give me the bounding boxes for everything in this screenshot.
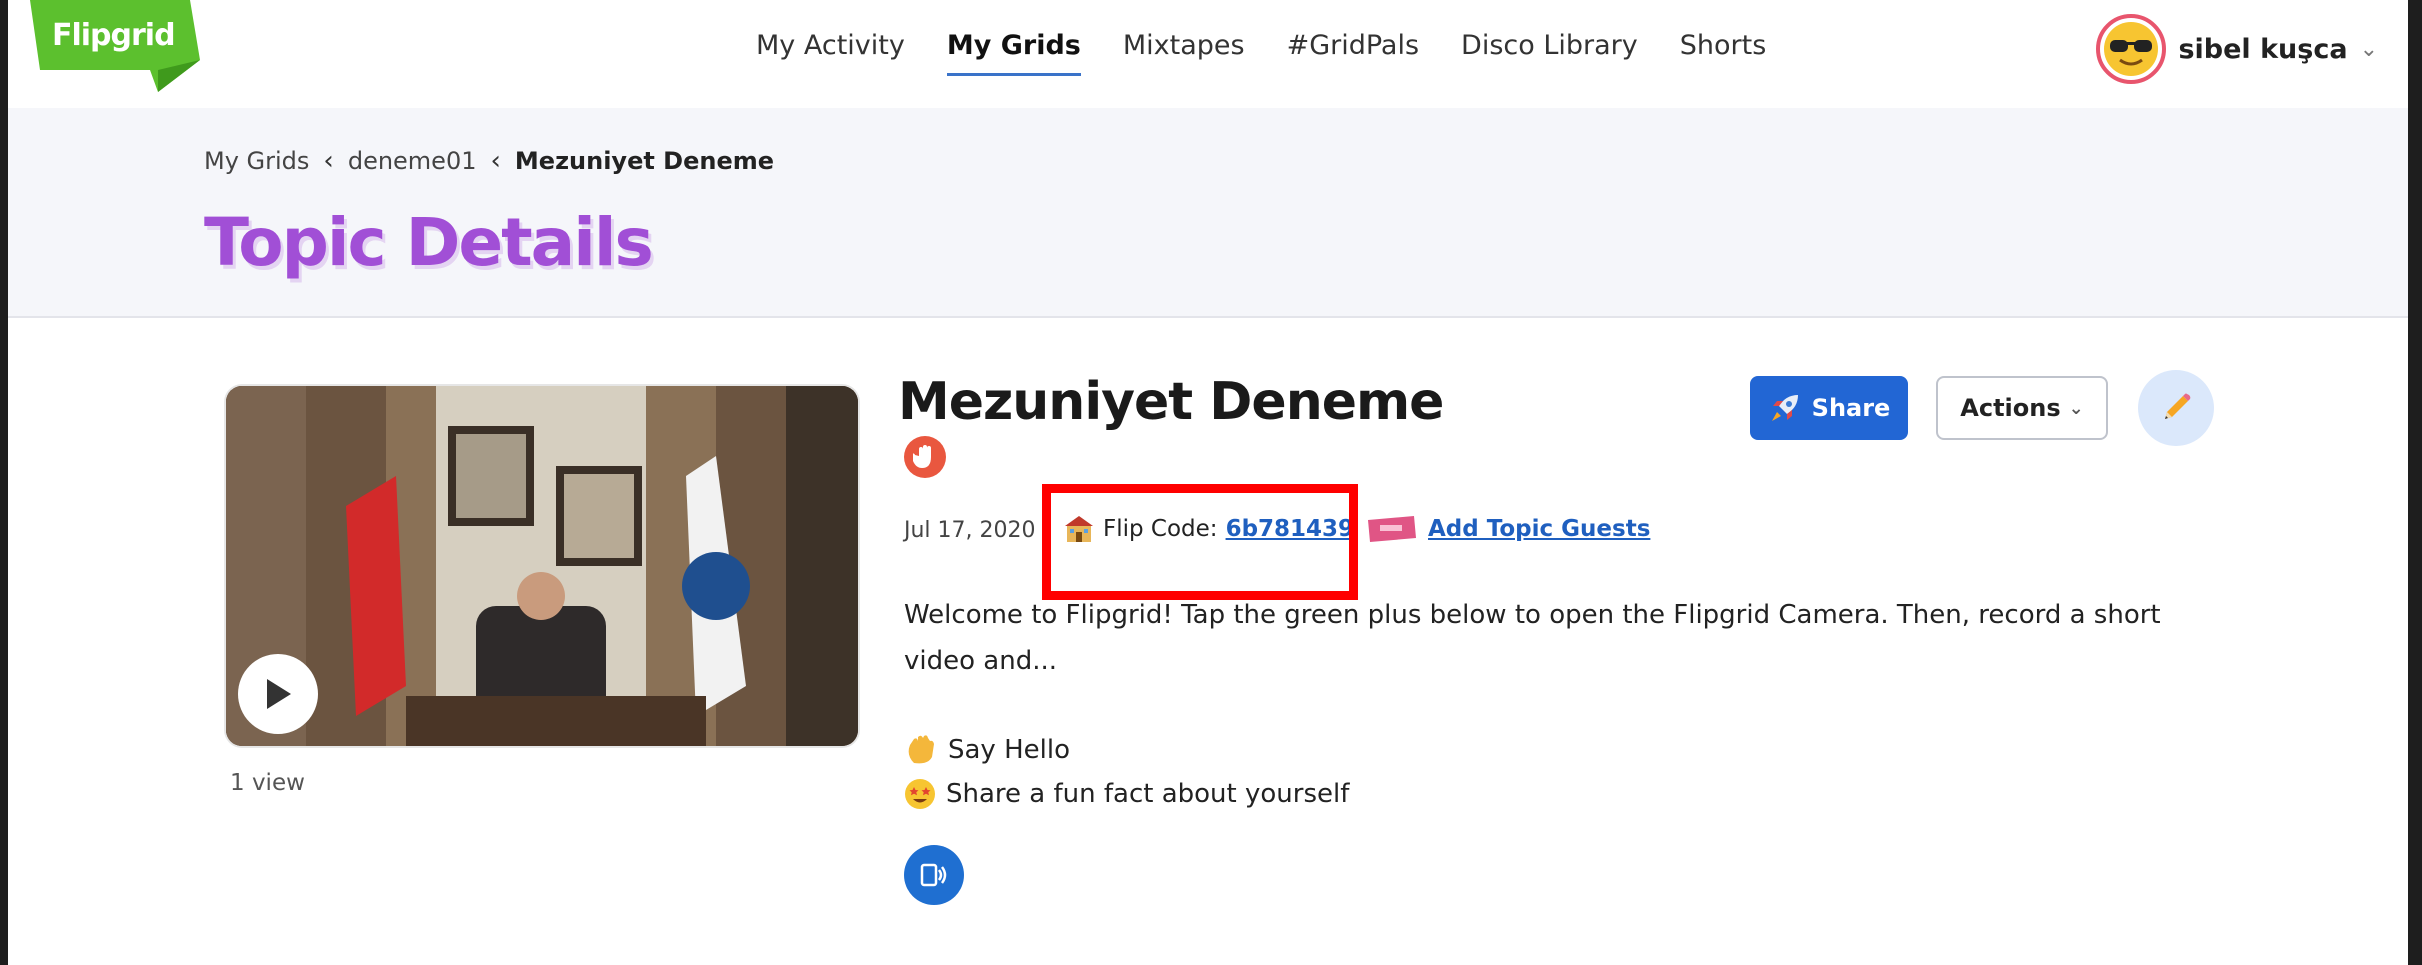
prompt-text: Share a fun fact about yourself xyxy=(946,779,1350,809)
chevron-down-icon[interactable]: ⌄ xyxy=(2360,36,2378,62)
logo-text: Flipgrid xyxy=(52,18,176,53)
app-window: Flipgrid My Activity My Grids Mixtapes #… xyxy=(8,0,2408,965)
topic-title: Mezuniyet Deneme xyxy=(898,372,1444,432)
top-nav: Flipgrid My Activity My Grids Mixtapes #… xyxy=(8,0,2408,108)
topic-video-thumbnail[interactable] xyxy=(226,386,858,746)
main-nav: My Activity My Grids Mixtapes #GridPals … xyxy=(756,30,1808,76)
page-header: My Grids ‹ deneme01 ‹ Mezuniyet Deneme T… xyxy=(8,108,2408,318)
prompt-say-hello: Say Hello xyxy=(904,733,1070,767)
view-count: 1 view xyxy=(230,770,305,796)
waving-hand-icon xyxy=(908,735,934,764)
star-struck-icon xyxy=(905,779,935,809)
share-button-label: Share xyxy=(1811,394,1891,422)
sunglasses-emoji-icon xyxy=(2104,22,2159,76)
play-icon xyxy=(267,679,291,709)
immersive-reader-icon xyxy=(920,863,947,887)
breadcrumb-current: Mezuniyet Deneme xyxy=(514,147,775,175)
add-topic-guests-link[interactable]: Add Topic Guests xyxy=(1428,516,1650,542)
immersive-reader-button[interactable] xyxy=(904,845,964,905)
video-frame-image xyxy=(226,386,858,746)
play-button[interactable] xyxy=(238,654,318,734)
nav-mixtapes[interactable]: Mixtapes xyxy=(1123,30,1245,76)
raised-hand-icon xyxy=(904,436,946,478)
actions-label: Actions xyxy=(1960,394,2061,422)
ticket-icon xyxy=(1368,516,1416,542)
nav-shorts[interactable]: Shorts xyxy=(1680,30,1767,76)
nav-my-activity[interactable]: My Activity xyxy=(756,30,905,76)
chevron-down-icon: ⌄ xyxy=(2068,397,2084,419)
edit-topic-button[interactable] xyxy=(2138,370,2214,446)
prompt-fun-fact: Share a fun fact about yourself xyxy=(904,778,1349,810)
breadcrumb-my-grids[interactable]: My Grids xyxy=(204,147,309,175)
flipgrid-logo[interactable]: Flipgrid xyxy=(30,0,200,92)
nav-my-grids[interactable]: My Grids xyxy=(946,30,1081,76)
highlight-annotation xyxy=(1042,484,1358,600)
user-name[interactable]: sibel kuşca xyxy=(2178,34,2347,65)
topic-date: Jul 17, 2020 xyxy=(904,518,1036,543)
breadcrumb-grid[interactable]: deneme01 xyxy=(348,147,477,175)
pencil-icon xyxy=(2165,393,2191,419)
rocket-icon xyxy=(1771,395,1798,421)
user-menu[interactable]: sibel kuşca ⌄ xyxy=(2096,14,2378,84)
nav-disco-library[interactable]: Disco Library xyxy=(1461,30,1638,76)
prompt-text: Say Hello xyxy=(948,735,1070,765)
share-button[interactable]: Share xyxy=(1750,376,1908,440)
nav-gridpals[interactable]: #GridPals xyxy=(1287,30,1419,76)
add-topic-guests[interactable]: Add Topic Guests xyxy=(1366,514,1650,544)
chevron-left-icon: ‹ xyxy=(323,146,334,176)
avatar[interactable] xyxy=(2096,14,2167,84)
actions-dropdown[interactable]: Actions ⌄ xyxy=(1936,376,2108,440)
chevron-left-icon: ‹ xyxy=(490,146,501,176)
topic-description: Welcome to Flipgrid! Tap the green plus … xyxy=(904,600,2161,676)
breadcrumb: My Grids ‹ deneme01 ‹ Mezuniyet Deneme xyxy=(204,146,774,176)
page-title: Topic Details xyxy=(204,204,654,281)
